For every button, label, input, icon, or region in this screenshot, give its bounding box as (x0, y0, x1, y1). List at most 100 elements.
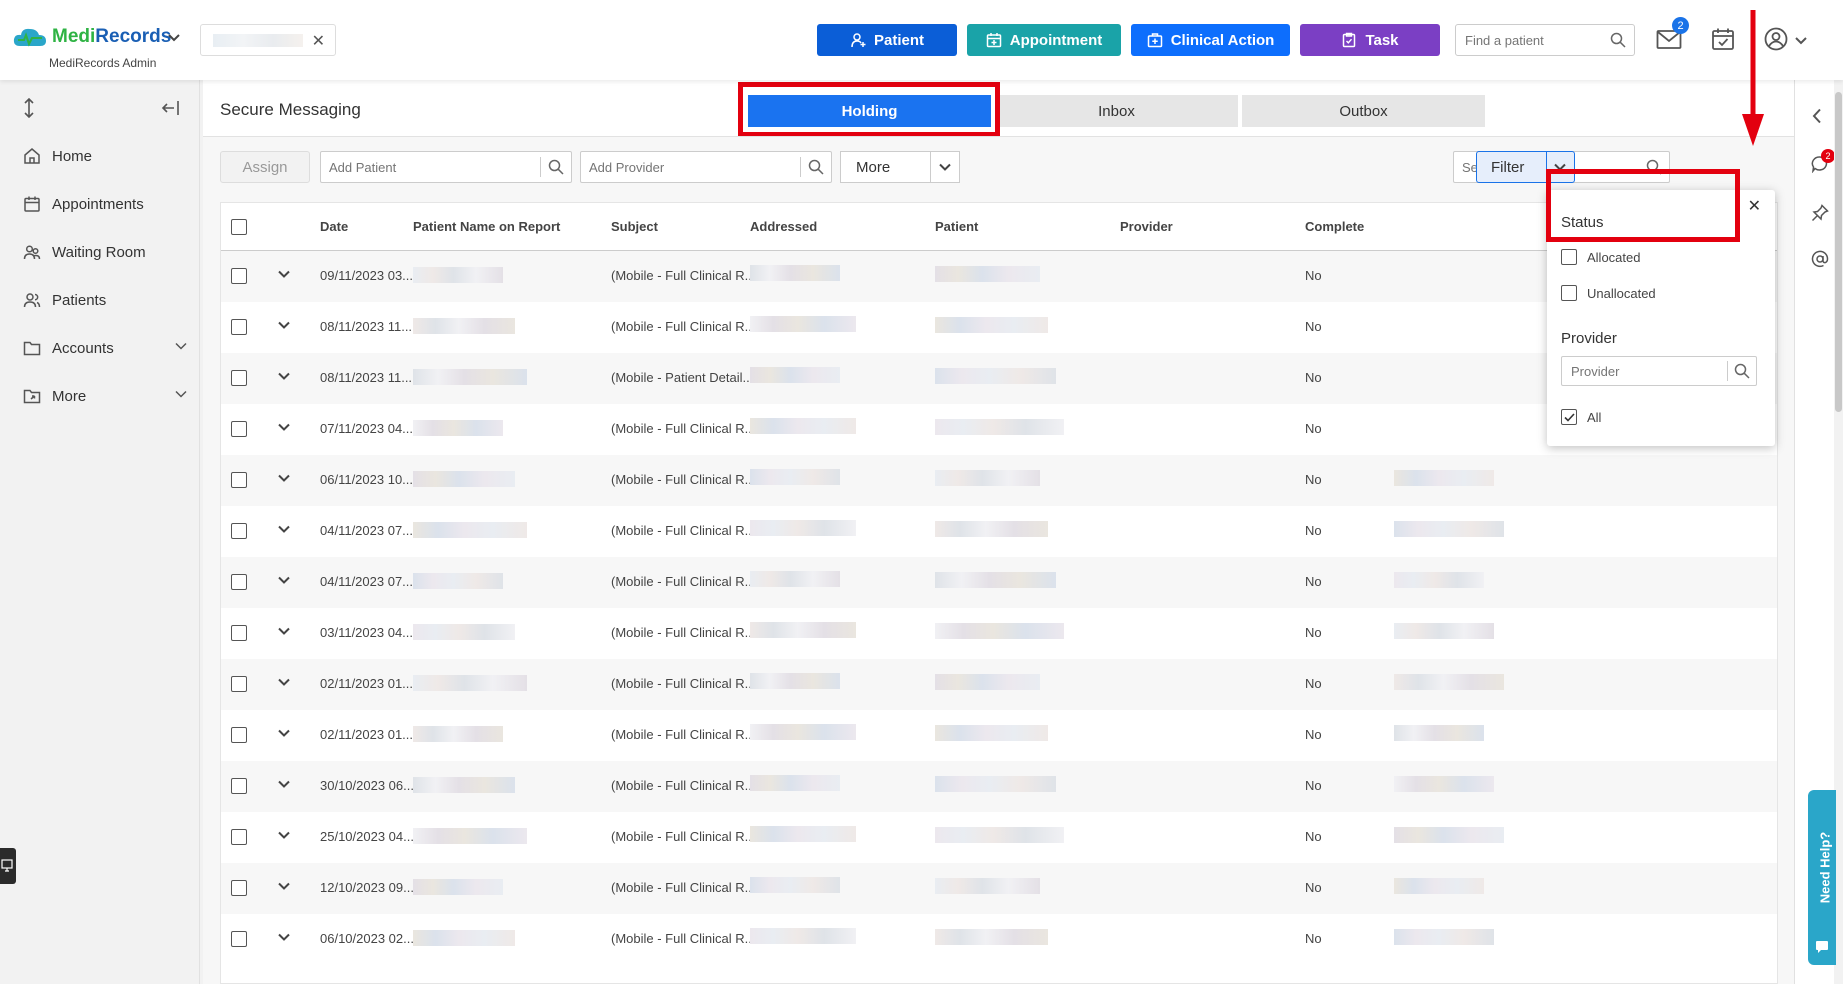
sidebar-item-patients[interactable]: Patients (22, 285, 187, 315)
side-drawer-tab[interactable] (0, 848, 16, 884)
table-row[interactable]: 08/11/2023 11... (Mobile - Full Clinical … (221, 302, 1777, 353)
expand-row-chevron-icon[interactable] (278, 576, 290, 584)
close-icon[interactable]: ✕ (312, 31, 325, 51)
row-checkbox[interactable] (231, 574, 247, 590)
status-allocated-option[interactable]: Allocated (1561, 249, 1640, 265)
expand-row-chevron-icon[interactable] (278, 678, 290, 686)
row-checkbox[interactable] (231, 472, 247, 488)
new-patient-button[interactable]: Patient (817, 24, 957, 56)
add-patient-input[interactable] (321, 152, 531, 182)
expand-row-chevron-icon[interactable] (278, 321, 290, 329)
expand-row-chevron-icon[interactable] (278, 882, 290, 890)
tab-outbox[interactable]: Outbox (1242, 95, 1485, 127)
sidebar-item-more[interactable]: More (22, 381, 187, 411)
table-row[interactable]: 25/10/2023 04... (Mobile - Full Clinical … (221, 812, 1777, 863)
row-checkbox[interactable] (231, 421, 247, 437)
add-provider-field[interactable] (580, 151, 832, 183)
row-checkbox[interactable] (231, 319, 247, 335)
assign-button[interactable]: Assign (220, 151, 310, 183)
clinical-action-button[interactable]: Clinical Action (1131, 24, 1290, 56)
checkbox-checked[interactable] (1561, 409, 1577, 425)
table-row[interactable]: 02/11/2023 01... (Mobile - Full Clinical … (221, 710, 1777, 761)
collapse-sidebar-icon[interactable] (160, 100, 180, 116)
col-addressed[interactable]: Addressed (750, 219, 817, 234)
chevron-down-icon[interactable] (939, 163, 951, 171)
expand-row-chevron-icon[interactable] (278, 729, 290, 737)
open-patient-chip[interactable]: ✕ (200, 24, 336, 56)
expand-row-chevron-icon[interactable] (278, 474, 290, 482)
col-subject[interactable]: Subject (611, 219, 658, 234)
more-dropdown[interactable]: More (840, 151, 960, 183)
need-help-tab[interactable]: Need Help? (1808, 790, 1836, 965)
table-row[interactable]: 04/11/2023 07... (Mobile - Full Clinical … (221, 557, 1777, 608)
table-row[interactable]: 07/11/2023 04... (Mobile - Full Clinical … (221, 404, 1777, 455)
sidebar-item-home[interactable]: Home (22, 141, 187, 171)
row-checkbox[interactable] (231, 625, 247, 641)
checkbox[interactable] (1561, 285, 1577, 301)
chevron-down-icon[interactable] (1795, 36, 1807, 45)
checkbox[interactable] (1561, 249, 1577, 265)
search-icon[interactable] (1610, 32, 1626, 48)
row-checkbox[interactable] (231, 523, 247, 539)
row-checkbox[interactable] (231, 931, 247, 947)
resize-vertical-icon[interactable] (22, 98, 36, 118)
find-patient-input[interactable] (1456, 25, 1596, 55)
select-all-checkbox[interactable] (231, 219, 247, 235)
row-checkbox[interactable] (231, 829, 247, 845)
row-checkbox[interactable] (231, 727, 247, 743)
user-menu[interactable] (1764, 27, 1788, 51)
expand-row-chevron-icon[interactable] (278, 831, 290, 839)
close-icon[interactable]: ✕ (1748, 196, 1761, 216)
at-sign-icon[interactable] (1811, 250, 1829, 268)
sidebar-item-appointments[interactable]: Appointments (22, 189, 187, 219)
table-row[interactable]: 03/11/2023 04... (Mobile - Full Clinical … (221, 608, 1777, 659)
col-date[interactable]: Date (320, 219, 348, 234)
chevron-down-icon[interactable] (168, 33, 180, 43)
calendar-button[interactable] (1711, 27, 1735, 51)
table-row[interactable]: 02/11/2023 01... (Mobile - Full Clinical … (221, 659, 1777, 710)
add-provider-input[interactable] (581, 152, 791, 182)
row-checkbox[interactable] (231, 880, 247, 896)
find-patient-search[interactable] (1455, 24, 1635, 56)
table-row[interactable]: 04/11/2023 07... (Mobile - Full Clinical … (221, 506, 1777, 557)
row-checkbox[interactable] (231, 676, 247, 692)
table-row[interactable]: 30/10/2023 06... (Mobile - Full Clinical … (221, 761, 1777, 812)
scrollbar-thumb[interactable] (1835, 92, 1842, 412)
expand-row-chevron-icon[interactable] (278, 372, 290, 380)
col-patient-name-on-report[interactable]: Patient Name on Report (413, 219, 560, 234)
table-row[interactable]: 12/10/2023 09... (Mobile - Full Clinical … (221, 863, 1777, 914)
chevron-left-icon[interactable] (1811, 108, 1823, 124)
provider-search-input[interactable] (1562, 357, 1722, 385)
tab-inbox[interactable]: Inbox (995, 95, 1238, 127)
messages-button[interactable]: 2 (1656, 17, 1689, 50)
new-task-button[interactable]: Task (1300, 24, 1440, 56)
sidebar-item-waiting-room[interactable]: Waiting Room (22, 237, 187, 267)
provider-all-option[interactable]: All (1561, 409, 1601, 425)
table-row[interactable]: 06/10/2023 02... (Mobile - Full Clinical … (221, 914, 1777, 965)
expand-row-chevron-icon[interactable] (278, 780, 290, 788)
table-row[interactable]: 08/11/2023 11... (Mobile - Patient Detail… (221, 353, 1777, 404)
add-patient-field[interactable] (320, 151, 572, 183)
search-icon[interactable] (548, 159, 564, 175)
row-checkbox[interactable] (231, 778, 247, 794)
col-patient[interactable]: Patient (935, 219, 978, 234)
chat-button[interactable]: 2 (1811, 149, 1835, 173)
pin-icon[interactable] (1811, 204, 1829, 222)
expand-row-chevron-icon[interactable] (278, 270, 290, 278)
new-appointment-button[interactable]: Appointment (967, 24, 1121, 56)
sidebar-item-accounts[interactable]: Accounts (22, 333, 187, 363)
provider-search-field[interactable] (1561, 356, 1757, 386)
search-icon[interactable] (1734, 363, 1750, 379)
row-checkbox[interactable] (231, 370, 247, 386)
expand-row-chevron-icon[interactable] (278, 627, 290, 635)
app-logo[interactable]: MediRecords (12, 26, 171, 48)
search-icon[interactable] (808, 159, 824, 175)
col-provider[interactable]: Provider (1120, 219, 1173, 234)
row-checkbox[interactable] (231, 268, 247, 284)
expand-row-chevron-icon[interactable] (278, 525, 290, 533)
col-complete[interactable]: Complete (1305, 219, 1364, 234)
expand-row-chevron-icon[interactable] (278, 423, 290, 431)
expand-row-chevron-icon[interactable] (278, 933, 290, 941)
table-row[interactable]: 09/11/2023 03... (Mobile - Full Clinical … (221, 251, 1777, 302)
status-unallocated-option[interactable]: Unallocated (1561, 285, 1656, 301)
